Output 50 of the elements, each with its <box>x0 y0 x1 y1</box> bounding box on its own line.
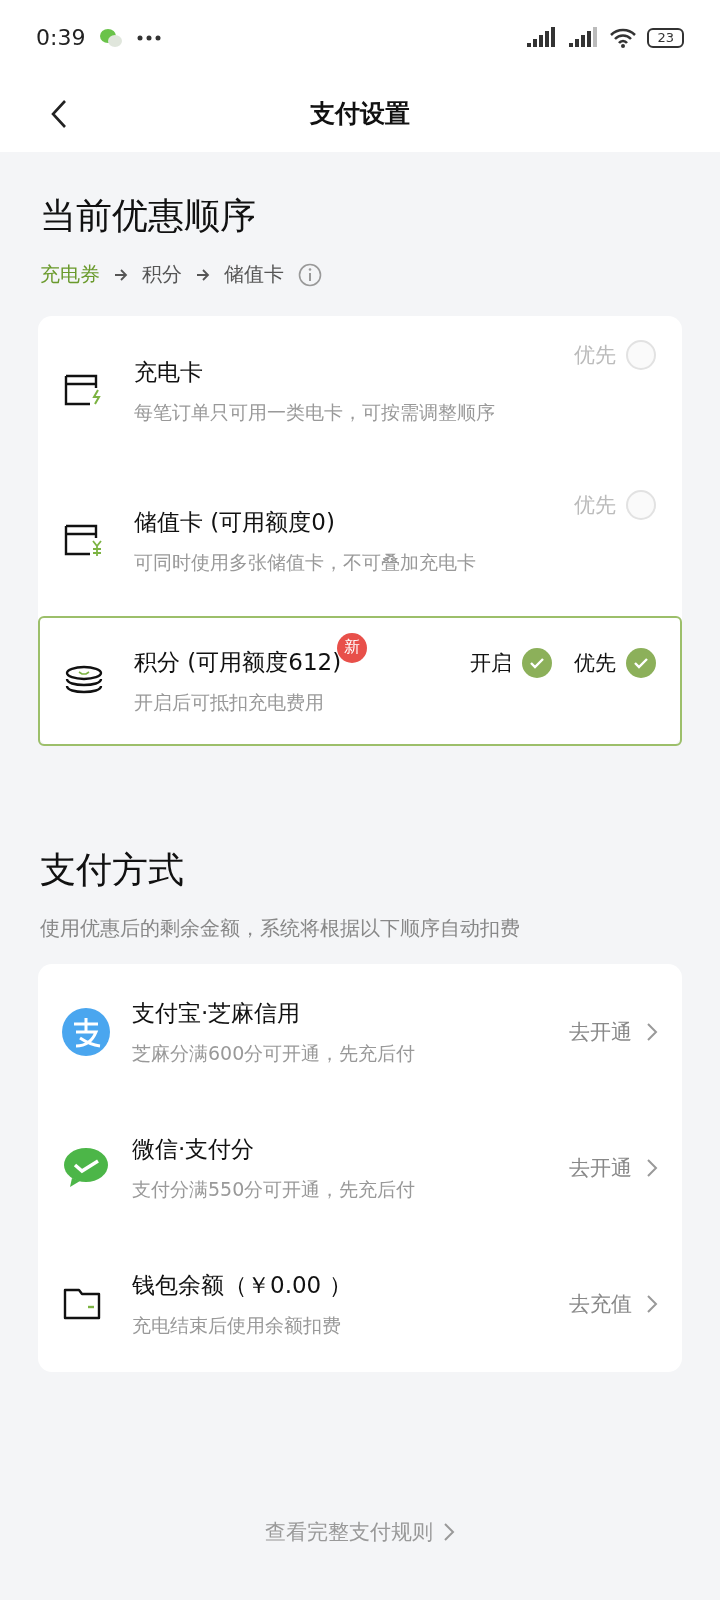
chevron-icon <box>646 1022 658 1042</box>
signal-icon <box>567 26 600 49</box>
chevron-icon <box>443 1522 455 1542</box>
battery-indicator: 23 <box>647 27 684 48</box>
row-subtitle: 芝麻分满600分可开通，先充后付 <box>132 1040 417 1066</box>
priority-radio[interactable] <box>626 340 656 370</box>
chevron-icon <box>646 1158 658 1178</box>
row-subtitle: 充电结束后使用余额扣费 <box>132 1312 342 1338</box>
section-title: 当前优惠顺序 <box>40 194 257 238</box>
action-link[interactable]: 去充值 <box>569 1290 658 1318</box>
priority-label: 优先 <box>574 650 616 677</box>
priority-radio[interactable] <box>626 648 656 678</box>
priority-radio[interactable] <box>626 490 656 520</box>
wallet-icon <box>62 1287 102 1321</box>
row-subtitle: 开启后可抵扣充电费用 <box>134 689 325 715</box>
status-time: 0:39 <box>36 25 86 50</box>
row-subtitle: 可同时使用多张储值卡，不可叠加充电卡 <box>134 549 477 575</box>
check-icon <box>529 657 545 669</box>
toggle-label: 开启 <box>470 650 512 677</box>
check-icon <box>633 657 649 669</box>
section-subtitle: 使用优惠后的剩余金额，系统将根据以下顺序自动扣费 <box>40 915 521 942</box>
chat-app-icon <box>99 27 124 48</box>
chat-check-icon <box>62 1146 110 1190</box>
arrow-icon <box>196 268 210 281</box>
chevron-icon <box>646 1294 658 1314</box>
section-title: 支付方式 <box>40 848 185 892</box>
rules-link[interactable]: 查看完整支付规则 <box>265 1518 455 1546</box>
row-title: 储值卡 (可用额度0) <box>134 507 335 537</box>
more-icon <box>137 34 162 41</box>
info-icon[interactable] <box>298 262 322 287</box>
order-step: 积分 <box>142 261 182 288</box>
page-title: 支付设置 <box>310 98 410 130</box>
row-title: 充电卡 <box>134 357 203 387</box>
row-title: 微信·支付分 <box>132 1134 256 1164</box>
card-yen-icon <box>64 524 104 558</box>
enable-checkbox[interactable] <box>522 648 552 678</box>
order-step: 充电券 <box>40 261 100 288</box>
priority-label: 优先 <box>574 342 616 369</box>
alipay-icon <box>62 1008 110 1056</box>
row-title: 支付宝·芝麻信用 <box>132 998 302 1028</box>
priority-label: 优先 <box>574 492 616 519</box>
arrow-icon <box>114 268 128 281</box>
action-link[interactable]: 去开通 <box>569 1018 658 1046</box>
action-link[interactable]: 去开通 <box>569 1154 658 1182</box>
order-step: 储值卡 <box>224 261 284 288</box>
row-title: 钱包余额（￥0.00 ） <box>132 1270 353 1300</box>
wifi-icon <box>609 26 638 49</box>
signal-icon <box>525 26 558 49</box>
row-subtitle: 每笔订单只可用一类电卡，可按需调整顺序 <box>134 399 496 425</box>
row-subtitle: 支付分满550分可开通，先充后付 <box>132 1176 417 1202</box>
